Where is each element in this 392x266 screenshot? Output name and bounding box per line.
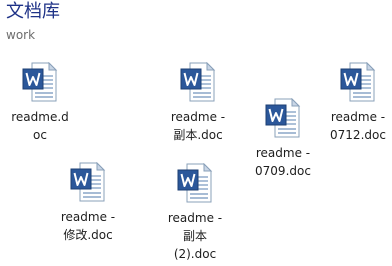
- file-name-line: readme -: [330, 110, 386, 124]
- file-name-line: 0712.doc: [330, 128, 386, 142]
- file-name: readme - 修改.doc: [48, 208, 128, 244]
- file-name: readme - 副本.doc: [158, 108, 238, 144]
- file-name: readme.d oc: [0, 108, 80, 144]
- library-header: 文档库 work: [0, 0, 392, 48]
- file-name-line: readme -: [60, 210, 116, 224]
- file-name: readme - 0709.doc: [243, 144, 323, 180]
- file-name-line: oc: [33, 128, 47, 142]
- file-name-line: 副本.doc: [173, 128, 223, 142]
- file-name-line: (2).doc: [173, 247, 217, 261]
- file-name-line: 修改.doc: [63, 228, 113, 242]
- word-document-icon: [180, 61, 216, 102]
- file-name-line: readme -: [167, 211, 223, 225]
- word-document-icon: [177, 162, 213, 203]
- file-name-line: readme -: [170, 110, 226, 124]
- file-name-line: 副本: [182, 229, 207, 243]
- word-document-icon: [265, 97, 301, 138]
- file-name: readme - 0712.doc: [318, 108, 392, 144]
- file-name: readme - 副本 (2).doc: [155, 209, 235, 263]
- word-document-icon: [70, 161, 106, 202]
- word-document-icon: [22, 61, 58, 102]
- library-subtitle: work: [6, 28, 36, 42]
- library-title: 文档库: [6, 1, 60, 22]
- file-name-line: readme.d: [11, 110, 69, 124]
- file-name-line: 0709.doc: [255, 164, 311, 178]
- file-name-line: readme -: [255, 146, 311, 160]
- word-document-icon: [340, 61, 376, 102]
